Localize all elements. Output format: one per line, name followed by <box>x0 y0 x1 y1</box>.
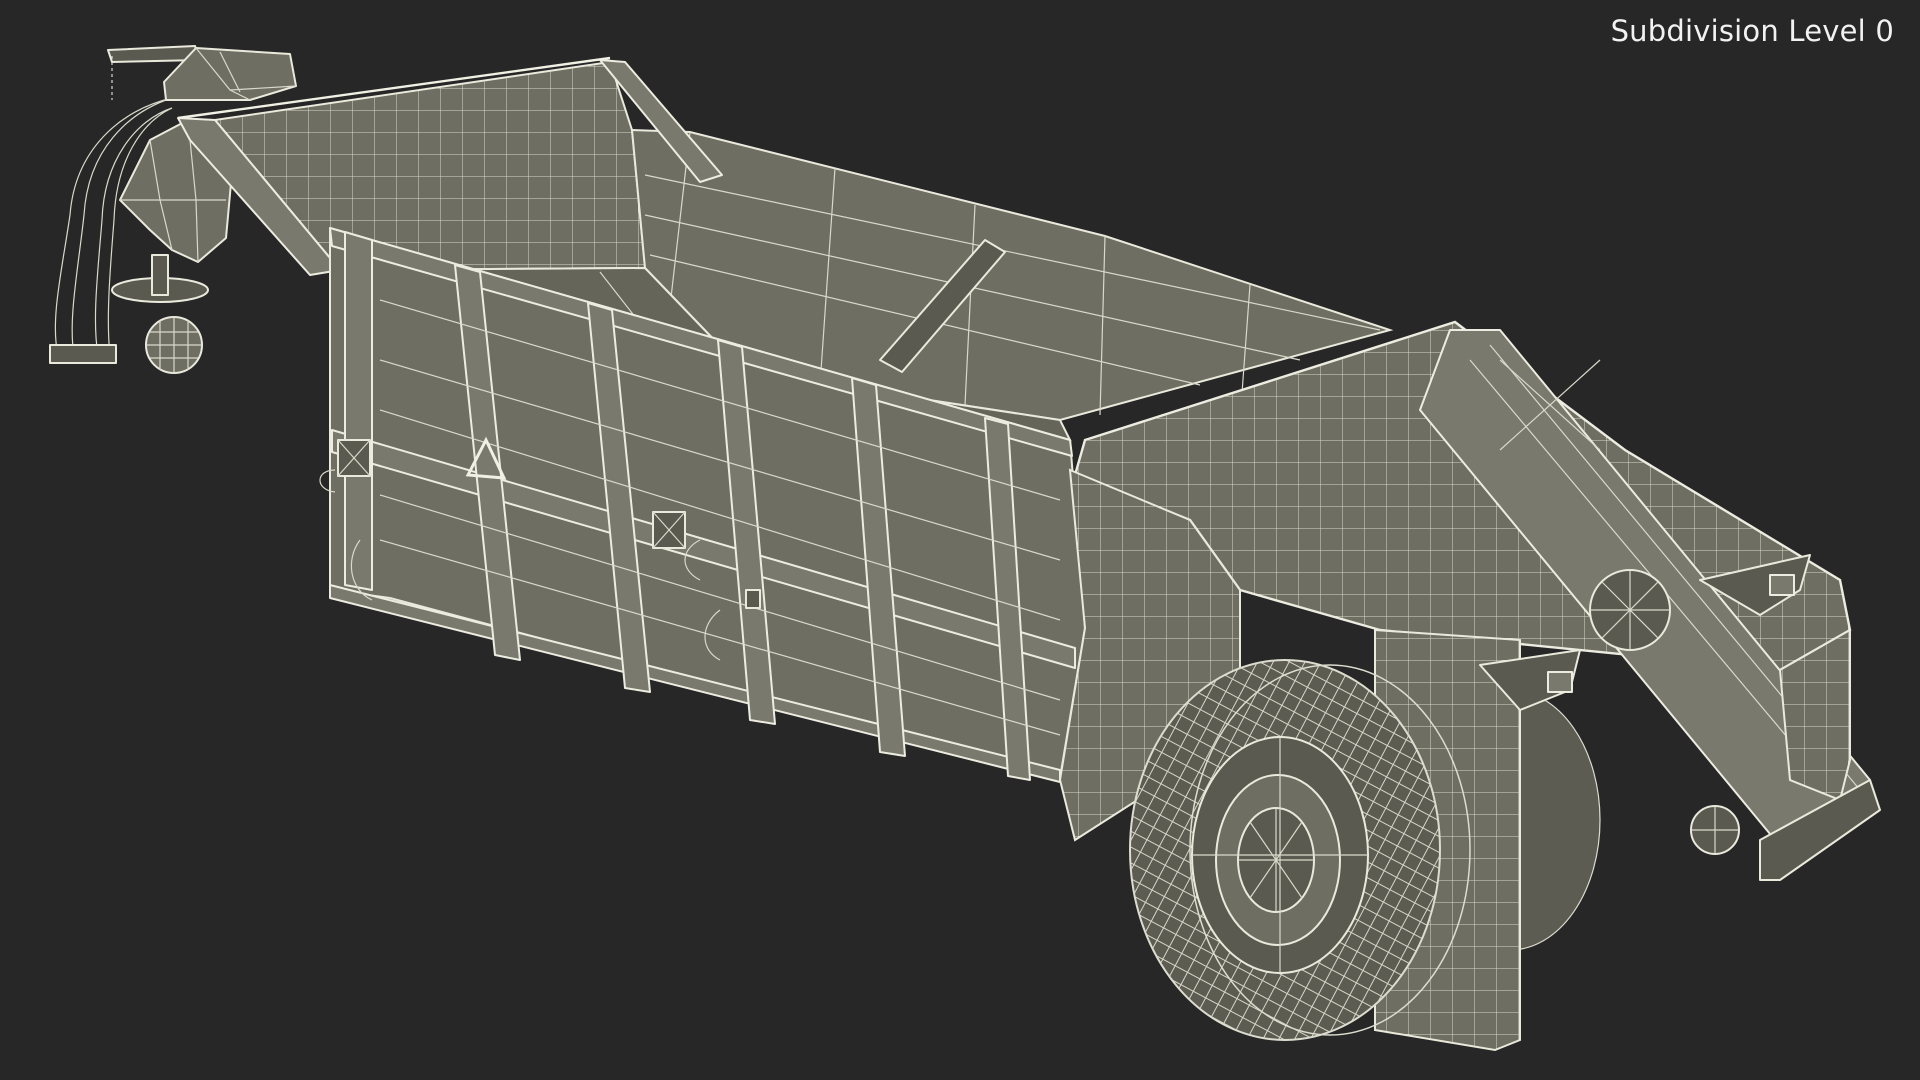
subdivision-level-label: Subdivision Level 0 <box>1610 14 1894 48</box>
wireframe-model <box>49 45 1881 1052</box>
3d-viewport[interactable]: Subdivision Level 0 <box>0 0 1920 1080</box>
